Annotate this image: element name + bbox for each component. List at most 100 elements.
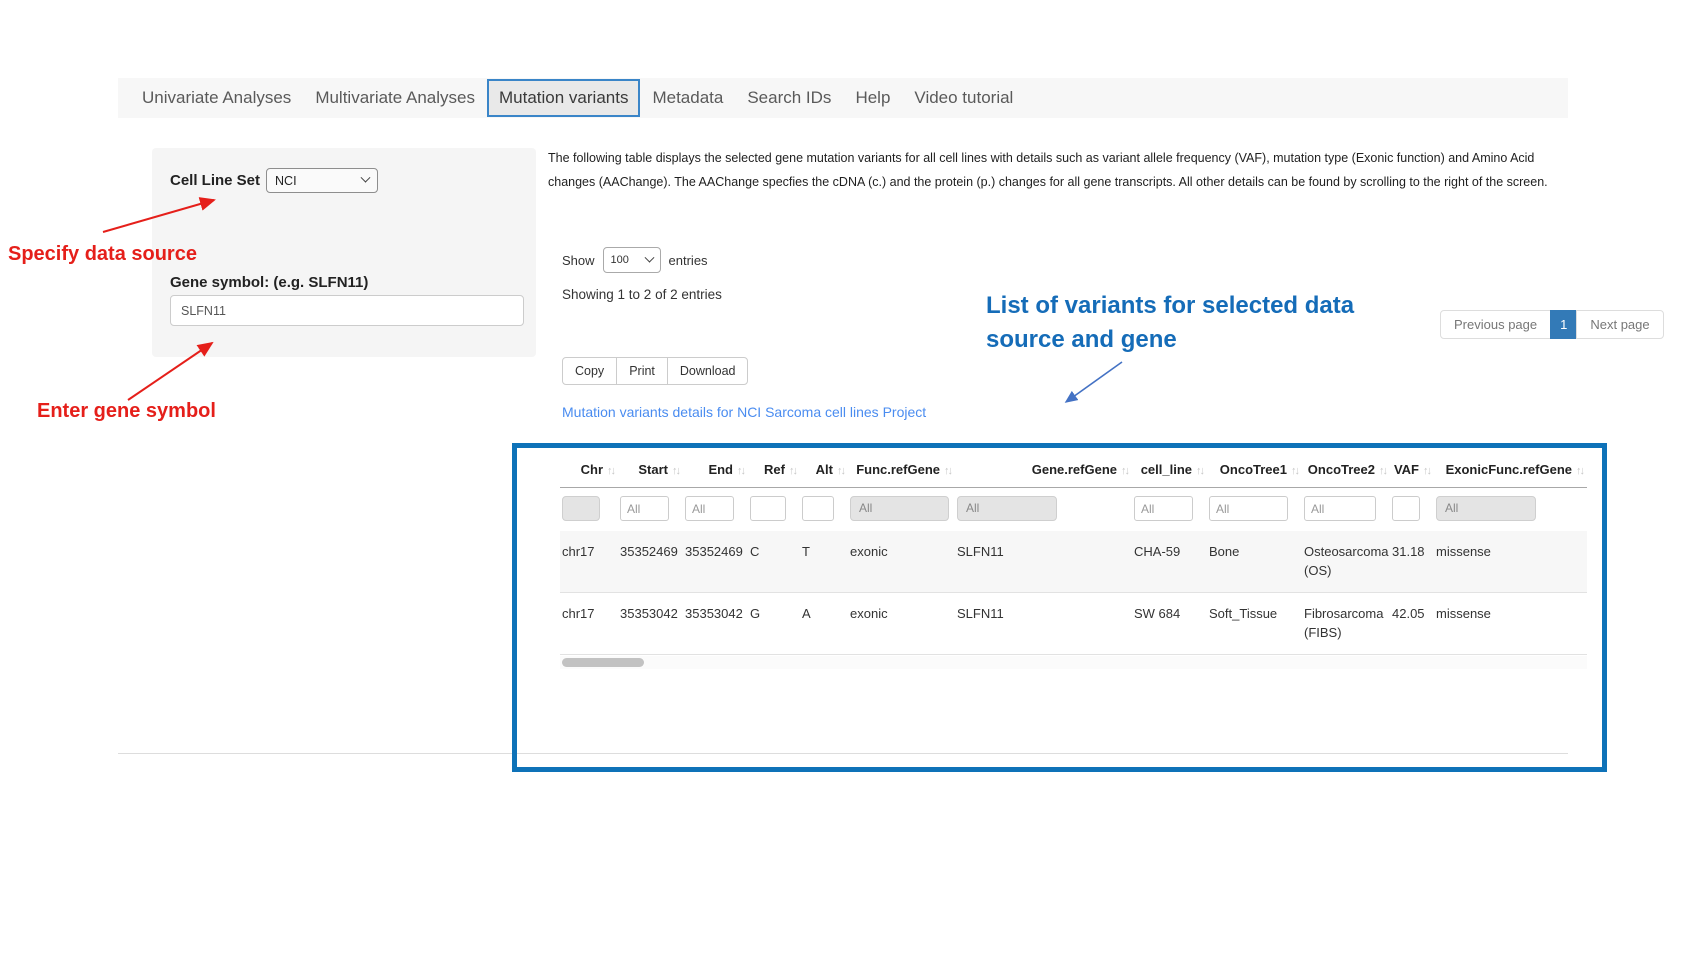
- cell-line-set-select[interactable]: NCI: [266, 168, 378, 193]
- filter-input-end[interactable]: [685, 496, 734, 521]
- table-cell: Fibrosarcoma (FIBS): [1302, 593, 1390, 655]
- sort-icon[interactable]: ↑↓: [1423, 465, 1430, 477]
- table-cell: exonic: [848, 593, 955, 655]
- sort-icon[interactable]: ↑↓: [1121, 465, 1128, 477]
- sort-icon[interactable]: ↑↓: [607, 465, 614, 477]
- column-label: Alt: [816, 462, 833, 477]
- filter-input-alt[interactable]: [802, 496, 834, 521]
- entries-label: entries: [669, 253, 708, 268]
- horizontal-scrollbar[interactable]: [560, 656, 1587, 669]
- table-title-link[interactable]: Mutation variants details for NCI Sarcom…: [562, 404, 926, 420]
- tab-help[interactable]: Help: [843, 79, 902, 117]
- filter-select-chr[interactable]: [562, 496, 600, 521]
- filter-select-func-refgene[interactable]: All: [850, 496, 949, 521]
- variants-table: Chr↑↓Start↑↓End↑↓Ref↑↓Alt↑↓Func.refGene↑…: [560, 448, 1587, 669]
- column-header-ref[interactable]: Ref ↑↓: [748, 448, 800, 488]
- copy-button[interactable]: Copy: [562, 357, 617, 385]
- table-cell: 31.18: [1390, 531, 1434, 593]
- column-label: OncoTree1: [1220, 462, 1287, 477]
- table-cell: 35353042: [683, 593, 748, 655]
- filter-input-oncotree1[interactable]: [1209, 496, 1288, 521]
- print-button[interactable]: Print: [616, 357, 668, 385]
- sort-icon[interactable]: ↑↓: [1576, 465, 1583, 477]
- show-label: Show: [562, 253, 595, 268]
- previous-page-button[interactable]: Previous page: [1440, 310, 1551, 339]
- sort-icon[interactable]: ↑↓: [1196, 465, 1203, 477]
- sort-icon[interactable]: ↑↓: [1379, 465, 1386, 477]
- column-header-start[interactable]: Start↑↓: [618, 448, 683, 488]
- filter-input-ref[interactable]: [750, 496, 786, 521]
- table-cell: Bone: [1207, 531, 1302, 593]
- nav-tabs: Univariate AnalysesMultivariate Analyses…: [118, 78, 1568, 118]
- column-label: Chr: [581, 462, 603, 477]
- table-row: chr173535246935352469CTexonicSLFN11CHA-5…: [560, 531, 1587, 593]
- column-header-gene-refgene[interactable]: Gene.refGene↑↓: [955, 448, 1132, 488]
- download-button[interactable]: Download: [667, 357, 749, 385]
- table-row: chr173535304235353042GAexonicSLFN11SW 68…: [560, 593, 1587, 655]
- column-header-oncotree2[interactable]: OncoTree2 ↑↓: [1302, 448, 1390, 488]
- sort-icon[interactable]: ↑↓: [944, 465, 951, 477]
- gene-symbol-input[interactable]: [170, 295, 524, 326]
- column-label: Ref: [764, 462, 785, 477]
- page-length-value: 100: [611, 254, 629, 266]
- tab-video-tutorial[interactable]: Video tutorial: [902, 79, 1025, 117]
- showing-entries-text: Showing 1 to 2 of 2 entries: [562, 287, 722, 302]
- column-header-end[interactable]: End ↑↓: [683, 448, 748, 488]
- tab-search-ids[interactable]: Search IDs: [735, 79, 843, 117]
- filter-cell-gene-refgene: All: [955, 488, 1132, 532]
- table-cell: SW 684: [1132, 593, 1207, 655]
- sort-icon[interactable]: ↑↓: [837, 465, 844, 477]
- column-label: OncoTree2: [1308, 462, 1375, 477]
- table-cell: missense: [1434, 531, 1587, 593]
- filter-input-cell-line[interactable]: [1134, 496, 1193, 521]
- pagination: Previous page 1 Next page: [1440, 310, 1664, 339]
- filter-input-vaf[interactable]: [1392, 496, 1420, 521]
- column-label: Func.refGene: [856, 462, 940, 477]
- table-cell: 42.05: [1390, 593, 1434, 655]
- sort-icon[interactable]: ↑↓: [1291, 465, 1298, 477]
- tab-mutation-variants[interactable]: Mutation variants: [487, 79, 640, 117]
- sidebar-panel: Cell Line Set NCI Gene symbol: (e.g. SLF…: [152, 148, 536, 357]
- sort-icon[interactable]: ↑↓: [789, 465, 796, 477]
- gene-symbol-label: Gene symbol: (e.g. SLFN11): [170, 274, 368, 291]
- column-header-cell-line[interactable]: cell_line ↑↓: [1132, 448, 1207, 488]
- annotation-enter-gene-symbol: Enter gene symbol: [37, 400, 216, 423]
- column-label: End: [708, 462, 733, 477]
- filter-cell-vaf: [1390, 488, 1434, 532]
- column-header-chr[interactable]: Chr ↑↓: [560, 448, 618, 488]
- filter-input-start[interactable]: [620, 496, 669, 521]
- filter-cell-oncotree2: [1302, 488, 1390, 532]
- filter-select-gene-refgene[interactable]: All: [957, 496, 1057, 521]
- sort-icon[interactable]: ↑↓: [672, 465, 679, 477]
- table-cell: SLFN11: [955, 531, 1132, 593]
- tab-metadata[interactable]: Metadata: [640, 79, 735, 117]
- column-header-alt[interactable]: Alt ↑↓: [800, 448, 848, 488]
- export-button-group: CopyPrintDownload: [562, 357, 748, 385]
- column-header-exonicfunc-refgene[interactable]: ExonicFunc.refGene↑↓: [1434, 448, 1587, 488]
- filter-cell-oncotree1: [1207, 488, 1302, 532]
- table-cell: Osteosarcoma (OS): [1302, 531, 1390, 593]
- column-header-oncotree1[interactable]: OncoTree1 ↑↓: [1207, 448, 1302, 488]
- tab-univariate-analyses[interactable]: Univariate Analyses: [130, 79, 303, 117]
- column-label: cell_line: [1141, 462, 1192, 477]
- table-cell: chr17: [560, 531, 618, 593]
- filter-input-oncotree2[interactable]: [1304, 496, 1376, 521]
- show-entries-row: Show 100 entries: [562, 247, 708, 273]
- column-header-func-refgene[interactable]: Func.refGene ↑↓: [848, 448, 955, 488]
- page-length-select[interactable]: 100: [603, 247, 661, 273]
- sort-icon[interactable]: ↑↓: [737, 465, 744, 477]
- table-cell: G: [748, 593, 800, 655]
- table-cell: 35352469: [618, 531, 683, 593]
- next-page-button[interactable]: Next page: [1576, 310, 1663, 339]
- annotation-specify-data-source: Specify data source: [8, 243, 197, 266]
- column-header-vaf[interactable]: VAF↑↓: [1390, 448, 1434, 488]
- cell-line-set-row: Cell Line Set NCI: [170, 168, 378, 193]
- table-cell: SLFN11: [955, 593, 1132, 655]
- table-description: The following table displays the selecte…: [548, 146, 1548, 194]
- table-cell: CHA-59: [1132, 531, 1207, 593]
- filter-select-exonicfunc-refgene[interactable]: All: [1436, 496, 1536, 521]
- table-cell: C: [748, 531, 800, 593]
- tab-multivariate-analyses[interactable]: Multivariate Analyses: [303, 79, 487, 117]
- page-number-button[interactable]: 1: [1550, 310, 1577, 339]
- scrollbar-thumb[interactable]: [562, 658, 644, 667]
